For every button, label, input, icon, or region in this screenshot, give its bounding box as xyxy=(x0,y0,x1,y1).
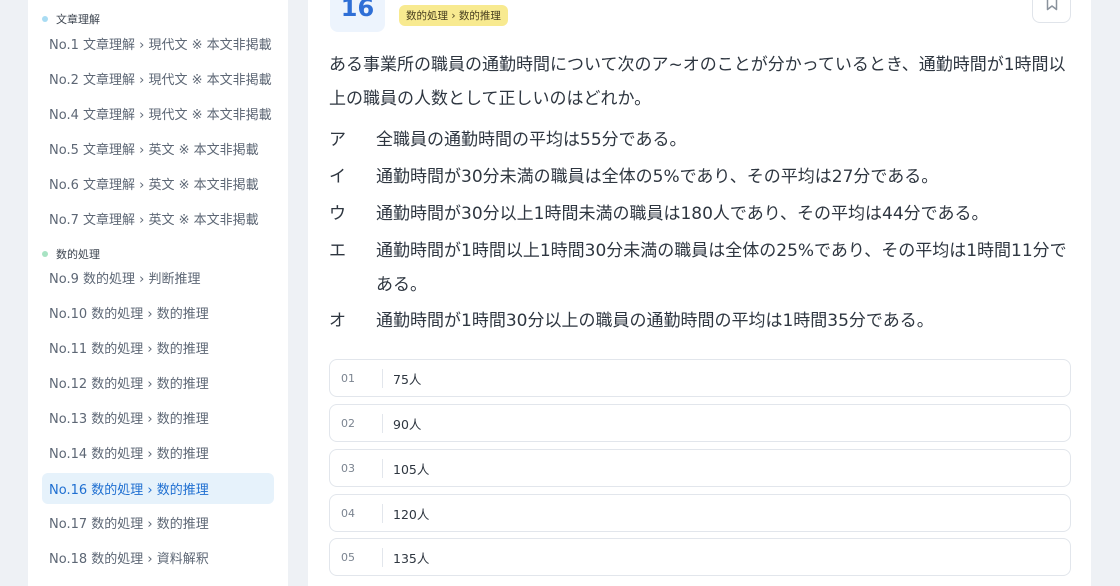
question-number: 16 xyxy=(330,0,385,32)
sidebar-item-no17[interactable]: No.17 数的処理 › 数的推理 xyxy=(42,507,274,538)
condition-a: ア 全職員の通勤時間の平均は55分である。 xyxy=(329,123,1069,157)
sidebar-item-no16-active[interactable]: No.16 数的処理 › 数的推理 xyxy=(42,473,274,504)
answer-choice-04[interactable]: 04 120人 xyxy=(329,494,1071,532)
condition-mark: イ xyxy=(329,167,346,187)
answer-choice-02[interactable]: 02 90人 xyxy=(329,404,1071,442)
choice-number: 05 xyxy=(330,547,383,567)
choice-number: 04 xyxy=(330,503,383,523)
sidebar: 文章理解 No.1 文章理解 › 現代文 ※ 本文非掲載 No.2 文章理解 ›… xyxy=(28,0,288,586)
condition-mark: ウ xyxy=(329,204,346,224)
sidebar-item-no2[interactable]: No.2 文章理解 › 現代文 ※ 本文非掲載 xyxy=(42,63,274,94)
choice-value: 105人 xyxy=(393,461,430,477)
choice-number: 02 xyxy=(330,413,383,433)
choice-number: 03 xyxy=(330,458,383,478)
sidebar-item-no6[interactable]: No.6 文章理解 › 英文 ※ 本文非掲載 xyxy=(42,168,274,199)
sidebar-item-no1[interactable]: No.1 文章理解 › 現代文 ※ 本文非掲載 xyxy=(42,28,274,59)
bookmark-button[interactable] xyxy=(1032,0,1071,23)
section-dot xyxy=(42,16,48,22)
condition-text: 通勤時間が30分以上1時間未満の職員は180人であり、その平均は44分である。 xyxy=(376,204,989,224)
answer-choice-03[interactable]: 03 105人 xyxy=(329,449,1071,487)
section-header-reading: 文章理解 xyxy=(42,11,100,27)
sidebar-item-no10[interactable]: No.10 数的処理 › 数的推理 xyxy=(42,297,274,328)
question-card: 16 数的処理 › 数的推理 ある事業所の職員の通勤時間について次のア~オのこと… xyxy=(308,0,1091,586)
condition-e: エ 通勤時間が1時間以上1時間30分未満の職員は全体の25%であり、その平均は1… xyxy=(329,234,1069,302)
section-header-numeric: 数的処理 xyxy=(42,246,100,262)
sidebar-item-no12[interactable]: No.12 数的処理 › 数的推理 xyxy=(42,367,274,398)
question-text: ある事業所の職員の通勤時間について次のア~オのことが分かっているとき、通勤時間が… xyxy=(329,55,1066,109)
choice-value: 90人 xyxy=(393,416,422,432)
condition-text: 通勤時間が1時間30分以上の職員の通勤時間の平均は1時間35分である。 xyxy=(376,311,934,331)
sidebar-item-no5[interactable]: No.5 文章理解 › 英文 ※ 本文非掲載 xyxy=(42,133,274,164)
condition-mark: オ xyxy=(329,311,346,331)
condition-mark: ア xyxy=(329,130,346,150)
choice-number: 01 xyxy=(330,368,383,388)
condition-u: ウ 通勤時間が30分以上1時間未満の職員は180人であり、その平均は44分である… xyxy=(329,197,1069,231)
answer-choice-05[interactable]: 05 135人 xyxy=(329,538,1071,576)
choice-value: 75人 xyxy=(393,371,422,387)
section-dot xyxy=(42,251,48,257)
choice-value: 135人 xyxy=(393,550,430,566)
sidebar-item-no13[interactable]: No.13 数的処理 › 数的推理 xyxy=(42,402,274,433)
sidebar-item-no9[interactable]: No.9 数的処理 › 判断推理 xyxy=(42,262,274,293)
sidebar-item-no7[interactable]: No.7 文章理解 › 英文 ※ 本文非掲載 xyxy=(42,203,274,234)
condition-text: 通勤時間が1時間以上1時間30分未満の職員は全体の25%であり、その平均は1時間… xyxy=(376,241,1067,295)
condition-mark: エ xyxy=(329,241,346,261)
condition-text: 通勤時間が30分未満の職員は全体の5%であり、その平均は27分である。 xyxy=(376,167,939,187)
condition-text: 全職員の通勤時間の平均は55分である。 xyxy=(376,130,687,150)
section-label: 数的処理 xyxy=(56,248,100,261)
sidebar-item-no4[interactable]: No.4 文章理解 › 現代文 ※ 本文非掲載 xyxy=(42,98,274,129)
condition-i: イ 通勤時間が30分未満の職員は全体の5%であり、その平均は27分である。 xyxy=(329,160,1069,194)
condition-o: オ 通勤時間が1時間30分以上の職員の通勤時間の平均は1時間35分である。 xyxy=(329,304,1069,338)
sidebar-item-no14[interactable]: No.14 数的処理 › 数的推理 xyxy=(42,437,274,468)
section-label: 文章理解 xyxy=(56,13,100,26)
choice-value: 120人 xyxy=(393,506,430,522)
answer-choice-01[interactable]: 01 75人 xyxy=(329,359,1071,397)
sidebar-item-no18[interactable]: No.18 数的処理 › 資料解釈 xyxy=(42,542,274,573)
bookmark-icon xyxy=(1046,0,1058,15)
category-tag: 数的処理 › 数的推理 xyxy=(399,5,508,26)
sidebar-item-no11[interactable]: No.11 数的処理 › 数的推理 xyxy=(42,332,274,363)
